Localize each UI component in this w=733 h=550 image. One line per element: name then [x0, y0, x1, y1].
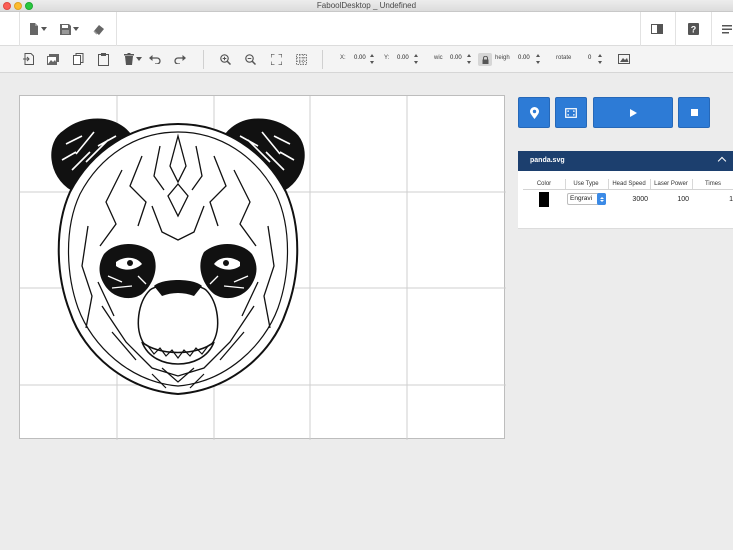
save-button[interactable] [60, 20, 79, 38]
column-header-head-speed: Head Speed [612, 181, 646, 187]
divider [565, 179, 566, 189]
origin-position-button[interactable] [518, 97, 550, 128]
delete-button[interactable] [123, 52, 143, 66]
divider [203, 50, 204, 69]
use-type-stepper-icon[interactable] [597, 193, 606, 205]
dropdown-caret-icon [136, 57, 142, 61]
grid-button[interactable] [294, 52, 308, 66]
lock-icon [482, 55, 488, 64]
undo-button[interactable] [148, 52, 162, 66]
column-header-color: Color [536, 181, 552, 187]
head-speed-value[interactable]: 3000 [618, 196, 648, 203]
menu-icon [722, 24, 732, 33]
dropdown-caret-icon [73, 27, 79, 31]
eraser-icon [93, 25, 104, 35]
x-label: X: [340, 55, 346, 61]
header-divider [523, 189, 733, 190]
frame-button[interactable] [555, 97, 587, 128]
divider [19, 12, 20, 46]
rotate-stepper[interactable] [598, 54, 603, 64]
dropdown-caret-icon [41, 27, 47, 31]
zoom-in-icon [219, 53, 231, 65]
import-button[interactable] [21, 52, 35, 66]
image-button[interactable] [46, 52, 60, 66]
panda-artwork[interactable] [42, 106, 314, 398]
width-input[interactable]: 0.00 [450, 55, 462, 61]
start-button[interactable] [593, 97, 673, 128]
layer-header[interactable]: panda.svg [518, 151, 733, 171]
paste-button[interactable] [96, 52, 110, 66]
collapse-chevron-icon[interactable] [717, 156, 727, 166]
copy-button[interactable] [71, 52, 85, 66]
redo-button[interactable] [173, 52, 187, 66]
play-icon [629, 108, 637, 117]
height-input[interactable]: 0.00 [518, 55, 530, 61]
rotate-input[interactable]: 0 [588, 55, 591, 61]
fit-screen-icon [270, 53, 282, 65]
divider [711, 12, 712, 46]
layer-filename: panda.svg [530, 157, 565, 164]
top-toolbar: ? [0, 12, 733, 46]
y-label: Y: [384, 55, 390, 61]
layout-icon [651, 24, 663, 34]
stop-button[interactable] [678, 97, 710, 128]
x-input[interactable]: 0.00 [354, 55, 366, 61]
menu-button[interactable] [722, 20, 732, 38]
aspect-lock-button[interactable] [478, 53, 492, 66]
column-header-use-type: Use Type [573, 181, 599, 187]
import-icon [22, 53, 34, 65]
image-settings-button[interactable] [617, 52, 631, 66]
new-file-button[interactable] [29, 20, 47, 38]
redo-icon [174, 54, 186, 64]
help-button[interactable]: ? [688, 20, 699, 38]
width-stepper[interactable] [467, 54, 472, 64]
divider [322, 50, 323, 69]
zoom-out-button[interactable] [243, 52, 257, 66]
undo-icon [149, 54, 161, 64]
height-stepper[interactable] [536, 54, 541, 64]
fit-to-screen-button[interactable] [269, 52, 283, 66]
y-stepper[interactable] [414, 54, 419, 64]
divider [650, 179, 651, 189]
layer-settings-table: Color Use Type Head Speed Laser Power Ti… [518, 171, 733, 229]
divider [692, 179, 693, 189]
column-header-laser-power: Laser Power [654, 181, 688, 187]
edit-toolbar: X: 0.00 Y: 0.00 wic 0.00 heigh 0.00 rota… [0, 46, 733, 73]
location-pin-icon [529, 106, 539, 119]
width-label: wic [434, 55, 443, 61]
image-icon [47, 53, 59, 65]
zoom-in-button[interactable] [218, 52, 232, 66]
frame-icon [565, 107, 577, 118]
stop-icon [690, 109, 698, 116]
grid-icon [295, 53, 307, 65]
new-file-icon [30, 23, 38, 35]
divider [640, 12, 641, 46]
column-header-times: Times [704, 181, 722, 187]
window-title: FaboolDesktop _ Undefined [316, 1, 417, 10]
trash-icon [124, 53, 134, 65]
height-label: heigh [495, 55, 510, 61]
layout-button[interactable] [651, 20, 663, 38]
copy-icon [72, 53, 83, 65]
zoom-out-icon [244, 53, 256, 65]
divider [116, 12, 117, 46]
title-bar: FaboolDesktop _ Undefined [0, 0, 733, 12]
svg-text:?: ? [691, 25, 697, 35]
rotate-label: rotate [556, 55, 572, 61]
layer-color-swatch[interactable] [539, 192, 549, 207]
help-icon: ? [688, 23, 699, 35]
laser-power-value[interactable]: 100 [664, 196, 689, 203]
divider [675, 12, 676, 46]
save-icon [60, 23, 71, 35]
y-input[interactable]: 0.00 [397, 55, 409, 61]
clipboard-icon [97, 52, 109, 66]
times-value[interactable]: 1 [724, 196, 733, 203]
divider [608, 179, 609, 189]
x-stepper[interactable] [370, 54, 375, 64]
image-frame-icon [618, 54, 630, 64]
work-canvas[interactable] [19, 95, 506, 440]
eraser-button[interactable] [93, 20, 105, 38]
